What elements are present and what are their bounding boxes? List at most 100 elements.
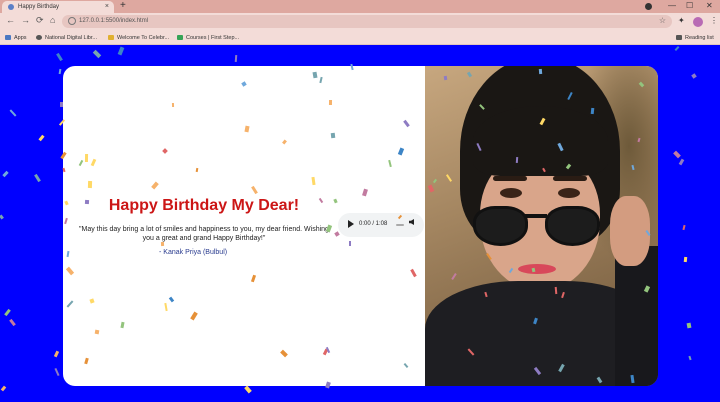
bookmark-welcome-to-celebr[interactable]: Welcome To Celebr...: [108, 35, 169, 41]
bookmark-label: Courses | First Step...: [186, 35, 240, 41]
confetti-piece: [538, 68, 543, 75]
audio-progress-bar[interactable]: [396, 224, 404, 226]
photo-hand: [610, 196, 650, 266]
browser-toolbar: ← → ⟳ ⌂ 127.0.0.1:5500/index.html ☆ ✦ ⋮: [0, 13, 720, 31]
confetti-piece: [117, 46, 125, 56]
confetti-piece: [160, 241, 165, 247]
photo-eyebrow: [493, 176, 527, 181]
confetti-piece: [34, 173, 41, 183]
photo-sleeve: [615, 246, 658, 386]
url-text: 127.0.0.1:5500/index.html: [79, 18, 149, 24]
favicon-icon: [8, 4, 14, 10]
confetti-piece: [678, 158, 685, 166]
minimize-icon[interactable]: —: [668, 0, 676, 12]
bookmark-national-digital-library[interactable]: National Digital Libr...: [36, 35, 97, 41]
confetti-piece: [443, 75, 448, 81]
audio-player[interactable]: 0:00 / 1:08: [338, 213, 424, 237]
confetti-piece: [328, 99, 333, 106]
confetti-piece: [234, 54, 238, 63]
bookmark-label: National Digital Libr...: [45, 35, 97, 41]
confetti-piece: [9, 318, 16, 327]
confetti-piece: [171, 102, 175, 108]
tab-title: Happy Birthday: [18, 4, 60, 10]
bookmark-star-icon[interactable]: ☆: [659, 16, 666, 25]
tab-close-icon[interactable]: ×: [105, 3, 109, 10]
extensions-icon[interactable]: ✦: [678, 16, 685, 25]
home-icon[interactable]: ⌂: [50, 15, 55, 25]
bookmark-courses[interactable]: Courses | First Step...: [177, 35, 239, 41]
confetti-piece: [84, 199, 90, 205]
media-control-icon[interactable]: [645, 3, 652, 10]
confetti-piece: [349, 241, 351, 246]
volume-icon[interactable]: [409, 219, 414, 225]
photo-eyebrow: [553, 176, 587, 181]
photo-sunglasses: [545, 206, 600, 246]
page-title: Happy Birthday My Dear!: [108, 197, 300, 214]
confetti-piece: [515, 156, 519, 164]
confetti-piece: [325, 381, 331, 389]
bookmark-label: Apps: [14, 35, 27, 41]
new-tab-icon[interactable]: +: [120, 0, 126, 12]
signature: - Kanak Priya (Bulbul): [159, 249, 228, 256]
confetti-piece: [673, 150, 681, 159]
confetti-piece: [94, 329, 100, 335]
site-info-icon[interactable]: [68, 17, 76, 25]
confetti-piece: [0, 385, 7, 392]
confetti-piece: [691, 73, 697, 79]
confetti-piece: [60, 102, 63, 107]
reading-list[interactable]: Reading list: [676, 35, 714, 41]
back-icon[interactable]: ←: [6, 15, 15, 25]
confetti-piece: [54, 367, 60, 377]
reload-icon[interactable]: ⟳: [36, 15, 44, 26]
close-window-icon[interactable]: ✕: [706, 0, 713, 12]
confetti-piece: [312, 71, 318, 79]
confetti-piece: [590, 107, 595, 115]
courses-icon: [177, 35, 183, 40]
confetti-piece: [4, 308, 11, 317]
confetti-piece: [674, 45, 680, 52]
profile-avatar[interactable]: [693, 17, 703, 27]
confetti-piece: [53, 350, 60, 358]
photo-bangs: [473, 106, 608, 176]
address-bar[interactable]: 127.0.0.1:5500/index.html ☆: [62, 15, 672, 28]
birthday-card: Happy Birthday My Dear! "May this day br…: [63, 66, 658, 386]
confetti-piece: [87, 180, 93, 189]
menu-icon[interactable]: ⋮: [710, 16, 718, 25]
confetti-piece: [92, 49, 102, 59]
library-icon: [36, 35, 42, 40]
confetti-piece: [682, 224, 686, 231]
confetti-piece: [38, 134, 45, 142]
reading-list-icon: [676, 35, 682, 40]
reading-list-label: Reading list: [685, 35, 714, 41]
maximize-icon[interactable]: ☐: [686, 0, 693, 12]
confetti-piece: [2, 170, 9, 178]
photo-sunglasses-bridge: [525, 214, 547, 218]
confetti-piece: [9, 109, 17, 117]
audio-time: 0:00 / 1:08: [359, 221, 388, 227]
tab-happy-birthday[interactable]: Happy Birthday ×: [2, 1, 114, 13]
confetti-piece: [244, 385, 252, 394]
folder-icon: [108, 35, 114, 40]
confetti-piece: [84, 153, 89, 163]
forward-icon[interactable]: →: [21, 15, 30, 25]
confetti-piece: [350, 63, 354, 71]
tab-strip: Happy Birthday × + — ☐ ✕: [0, 0, 720, 13]
photo-sunglasses: [473, 206, 528, 246]
play-icon[interactable]: [348, 220, 354, 228]
photo-lips: [518, 264, 556, 274]
confetti-piece: [330, 132, 336, 139]
apps-grid-icon: [5, 35, 11, 40]
bookmarks-bar: Apps National Digital Libr... Welcome To…: [0, 31, 720, 45]
photo-eye: [500, 188, 522, 198]
photo-eye: [558, 188, 580, 198]
confetti-piece: [58, 68, 62, 75]
bookmark-apps[interactable]: Apps: [5, 35, 27, 41]
birthday-message: "May this day bring a lot of smiles and …: [79, 226, 329, 242]
confetti-piece: [0, 214, 4, 220]
birthday-photo: [425, 66, 658, 386]
confetti-piece: [531, 267, 536, 273]
confetti-piece: [688, 355, 692, 361]
confetti-piece: [56, 52, 63, 62]
page-background: Happy Birthday My Dear! "May this day br…: [0, 45, 720, 402]
confetti-piece: [686, 322, 692, 329]
